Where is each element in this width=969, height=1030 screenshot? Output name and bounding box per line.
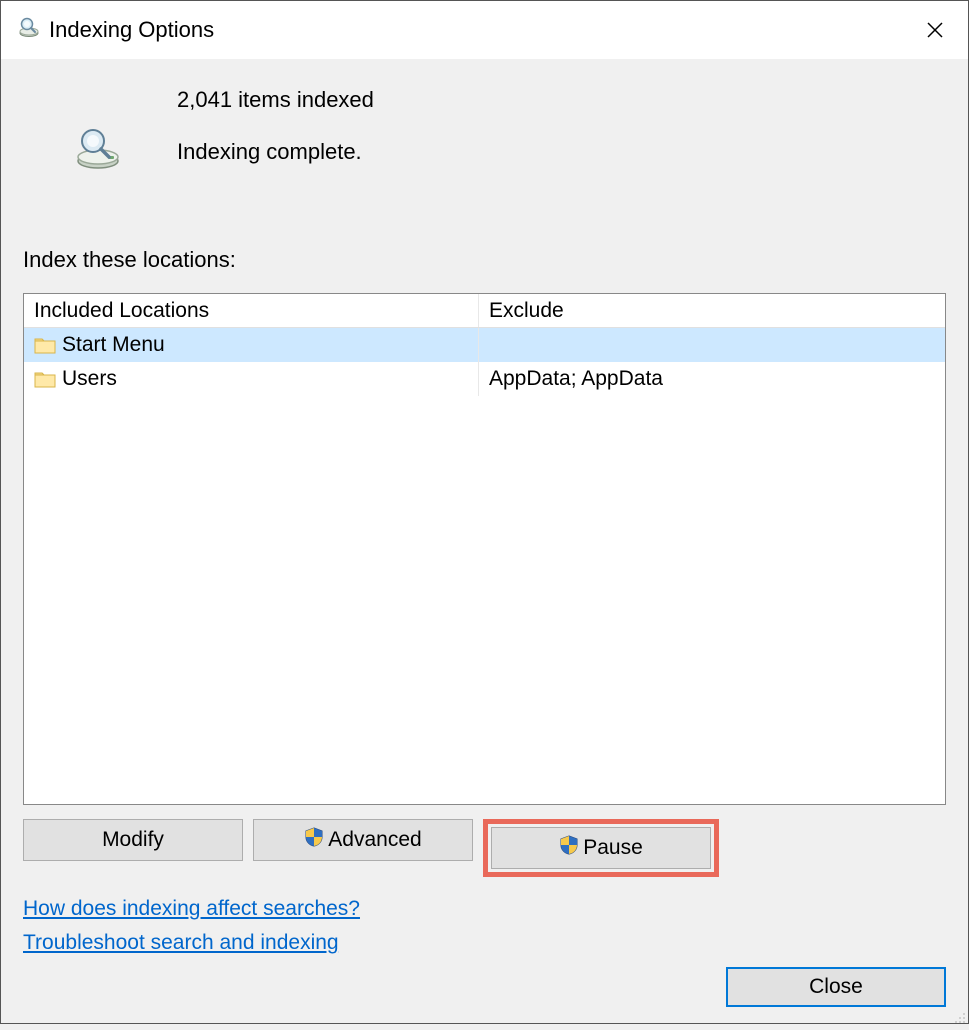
uac-shield-icon: [559, 835, 579, 861]
status-block: 2,041 items indexed Indexing complete.: [23, 83, 946, 177]
advanced-label: Advanced: [328, 828, 421, 852]
list-row[interactable]: Start Menu: [24, 328, 945, 362]
advanced-button[interactable]: Advanced: [253, 819, 473, 861]
index-locations-label: Index these locations:: [23, 247, 946, 273]
modify-button[interactable]: Modify: [23, 819, 243, 861]
resize-grip-icon[interactable]: [952, 1007, 966, 1021]
list-row[interactable]: Users AppData; AppData: [24, 362, 945, 396]
troubleshoot-link[interactable]: Troubleshoot search and indexing: [23, 931, 339, 955]
folder-icon: [34, 336, 56, 354]
uac-shield-icon: [304, 827, 324, 853]
title-bar: Indexing Options: [1, 1, 968, 59]
close-window-button[interactable]: [912, 7, 958, 53]
locations-list[interactable]: Included Locations Exclude Start Menu: [23, 293, 946, 805]
folder-icon: [34, 370, 56, 388]
column-header-exclude[interactable]: Exclude: [479, 294, 945, 327]
help-link-indexing[interactable]: How does indexing affect searches?: [23, 897, 360, 921]
row-name: Start Menu: [62, 333, 165, 357]
close-button[interactable]: Close: [726, 967, 946, 1007]
items-indexed-count: 2,041 items indexed: [177, 87, 374, 113]
pause-button[interactable]: Pause: [491, 827, 711, 869]
row-exclude: AppData; AppData: [489, 367, 663, 391]
pause-label: Pause: [583, 836, 643, 860]
list-header: Included Locations Exclude: [24, 294, 945, 328]
column-header-included[interactable]: Included Locations: [24, 294, 479, 327]
indexing-status: Indexing complete.: [177, 139, 374, 165]
window-title: Indexing Options: [49, 17, 214, 43]
help-links: How does indexing affect searches? Troub…: [23, 897, 946, 965]
pause-highlight: Pause: [483, 819, 719, 877]
action-buttons-row: Modify Advanced: [23, 819, 946, 877]
row-name: Users: [62, 367, 117, 391]
drive-search-icon: [73, 127, 133, 177]
indexing-options-icon: [17, 15, 41, 45]
